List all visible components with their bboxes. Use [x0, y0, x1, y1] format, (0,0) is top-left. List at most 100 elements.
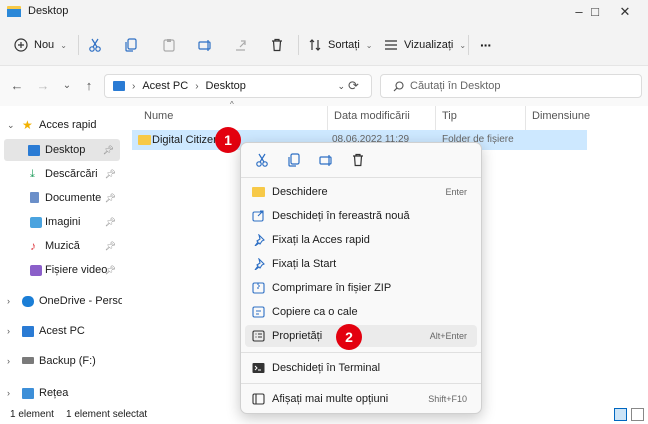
chevron-down-icon: ⌄: [459, 40, 467, 50]
sidebar-item-backup-drive[interactable]: › Backup (F:): [0, 350, 122, 372]
rename-icon: [198, 40, 211, 51]
pin-icon[interactable]: 📌︎: [103, 145, 114, 156]
menu-item-open-new-window[interactable]: Deschideți în fereastră nouă: [245, 205, 477, 227]
search-input[interactable]: Căutați în Desktop: [380, 74, 642, 98]
download-icon: ⤓: [30, 168, 35, 180]
context-cut-button[interactable]: [247, 147, 277, 173]
sidebar-item-documents[interactable]: Documente 📌︎: [0, 187, 122, 209]
cut-button[interactable]: [88, 32, 102, 58]
share-button[interactable]: [234, 32, 248, 58]
forward-button[interactable]: →: [34, 77, 52, 95]
menu-item-compress-zip[interactable]: Comprimare în fișier ZIP: [245, 277, 477, 299]
expand-arrow-icon[interactable]: ›: [7, 356, 10, 366]
expand-arrow-icon[interactable]: ⌄: [7, 120, 15, 131]
pin-icon[interactable]: 📌︎: [105, 169, 116, 180]
plus-circle-icon: [14, 38, 28, 52]
menu-item-label: Fixați la Acces rapid: [272, 234, 370, 246]
sidebar-item-this-pc[interactable]: › Acest PC: [0, 320, 122, 342]
file-name: Digital Citizen: [152, 134, 220, 146]
pin-icon[interactable]: 📌︎: [105, 193, 116, 204]
sidebar-item-label: Fișiere video: [45, 264, 108, 276]
expand-arrow-icon[interactable]: ›: [7, 296, 10, 306]
close-button[interactable]: ✕: [602, 0, 648, 24]
menu-item-label: Deschideți în fereastră nouă: [272, 210, 410, 222]
menu-item-label: Deschideți în Terminal: [272, 362, 381, 374]
copy-button[interactable]: [124, 32, 138, 58]
item-count: 1 element: [10, 409, 54, 420]
chevron-down-icon[interactable]: ⌄: [337, 81, 345, 92]
menu-item-open-terminal[interactable]: Deschideți în Terminal: [245, 357, 477, 379]
expand-arrow-icon[interactable]: ›: [7, 326, 10, 336]
pin-icon[interactable]: 📌︎: [105, 217, 116, 228]
breadcrumb-desktop[interactable]: Desktop: [206, 80, 246, 92]
menu-divider: [241, 352, 481, 353]
menu-item-open[interactable]: Deschidere Enter: [245, 181, 477, 203]
address-field[interactable]: › Acest PC › Desktop ⌄: [104, 74, 372, 98]
breadcrumb-this-pc[interactable]: Acest PC: [142, 80, 188, 92]
paste-button[interactable]: [162, 32, 176, 58]
sidebar-item-onedrive[interactable]: › OneDrive - Personal: [0, 290, 122, 312]
delete-button[interactable]: [270, 32, 284, 58]
column-header-name[interactable]: Nume: [138, 106, 328, 130]
new-button[interactable]: Nou ⌄: [14, 32, 67, 58]
up-button[interactable]: ↑: [80, 77, 98, 95]
context-quick-actions: [241, 143, 481, 177]
sidebar-item-videos[interactable]: Fișiere video 📌︎: [0, 259, 122, 281]
context-menu: Deschidere Enter Deschideți în fereastră…: [240, 142, 482, 414]
refresh-button[interactable]: ⟳: [348, 78, 359, 94]
delete-icon: [272, 38, 282, 52]
image-icon: [30, 217, 42, 228]
tiles-view-icon[interactable]: [631, 408, 644, 421]
toolbar-divider: [78, 35, 79, 55]
column-header-type[interactable]: Tip: [436, 106, 526, 130]
recent-locations-button[interactable]: ⌄: [58, 77, 76, 95]
pin-icon[interactable]: 📌︎: [105, 265, 116, 276]
menu-item-pin-quick-access[interactable]: Fixați la Acces rapid: [245, 229, 477, 251]
cut-icon: [89, 38, 101, 52]
sort-label: Sortați: [328, 39, 360, 51]
pc-icon: [22, 326, 34, 337]
properties-icon: [252, 330, 265, 342]
chevron-right-icon: ›: [195, 80, 199, 92]
back-button[interactable]: ←: [8, 77, 26, 95]
sidebar-item-label: Descărcări: [45, 168, 98, 180]
context-delete-button[interactable]: [343, 147, 373, 173]
cut-icon: [256, 153, 268, 167]
menu-item-label: Proprietăți: [272, 330, 323, 342]
sidebar-item-label: Rețea: [39, 387, 69, 399]
rename-button[interactable]: [198, 32, 212, 58]
desktop-icon: [28, 145, 40, 156]
context-copy-button[interactable]: [279, 147, 309, 173]
sidebar-item-downloads[interactable]: ⤓ Descărcări 📌︎: [0, 163, 122, 185]
sidebar-item-desktop[interactable]: Desktop 📌︎: [4, 139, 120, 161]
search-icon: [393, 80, 404, 91]
menu-divider: [241, 177, 481, 178]
more-options-button[interactable]: ···: [480, 32, 492, 58]
view-icon: [385, 40, 397, 50]
sort-button[interactable]: Sortați ⌄: [308, 32, 373, 58]
view-button[interactable]: Vizualizați ⌄: [384, 32, 466, 58]
pin-icon: [254, 258, 265, 270]
pin-icon[interactable]: 📌︎: [105, 241, 116, 252]
column-header-date[interactable]: Data modificării: [328, 106, 436, 130]
sidebar-item-quick-access[interactable]: ⌄ ★ Acces rapid: [0, 114, 122, 136]
menu-item-more-options[interactable]: Afișați mai multe opțiuni Shift+F10: [245, 388, 477, 410]
share-icon: [236, 40, 246, 51]
details-view-icon[interactable]: [614, 408, 627, 421]
address-bar-area: ← → ⌄ ↑ › Acest PC › Desktop ⌄ ⟳ Căutați…: [0, 66, 648, 106]
music-icon: ♪: [30, 239, 36, 253]
toolbar-divider: [468, 35, 469, 55]
sidebar-item-network[interactable]: › Rețea: [0, 382, 122, 404]
menu-item-copy-path[interactable]: Copiere ca o cale: [245, 301, 477, 323]
sidebar-item-pictures[interactable]: Imagini 📌︎: [0, 211, 122, 233]
menu-item-shortcut: Enter: [445, 187, 467, 197]
context-rename-button[interactable]: [311, 147, 341, 173]
video-icon: [30, 265, 42, 276]
expand-arrow-icon[interactable]: ›: [7, 388, 10, 398]
menu-item-pin-start[interactable]: Fixați la Start: [245, 253, 477, 275]
sidebar-item-music[interactable]: ♪ Muzică 📌︎: [0, 235, 122, 257]
sort-icon: [309, 39, 321, 51]
sort-arrow-icon: ^: [230, 100, 234, 109]
column-header-size[interactable]: Dimensiune: [526, 106, 606, 130]
copy-icon: [288, 153, 300, 167]
